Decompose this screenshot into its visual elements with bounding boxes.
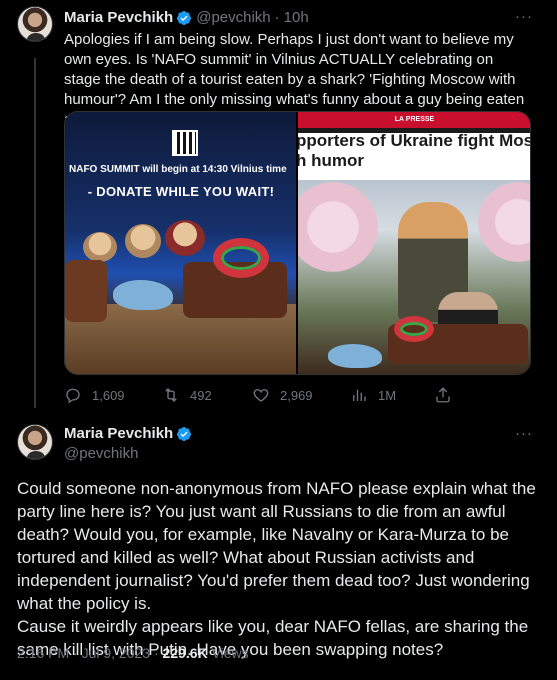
verified-badge-icon (176, 426, 192, 442)
armchair (65, 260, 107, 322)
article-headline: pporters of Ukraine fight Mos h humor (298, 131, 530, 171)
analytics-icon (353, 389, 366, 401)
like-count: 2,969 (280, 387, 313, 403)
avatar[interactable] (17, 6, 53, 42)
tweet-text-body: Could someone non-anonymous from NAFO pl… (17, 479, 536, 659)
tweet-actions: 1,609 492 2,969 1M (64, 385, 534, 405)
toy-shark (113, 280, 173, 310)
separator: · (274, 9, 280, 26)
tweet-header: Maria Pevchikh @pevchikh · 10h (64, 9, 309, 26)
views-label: Views (207, 645, 249, 661)
watermelon-float (394, 316, 434, 342)
retweet-button[interactable]: 492 (162, 386, 212, 404)
donate-banner-text: - DONATE WHILE YOU WAIT! (87, 184, 275, 199)
tweet-time[interactable]: 10h (284, 9, 309, 26)
views-button[interactable]: 1M (350, 386, 396, 404)
mascot-dog (125, 224, 161, 258)
publisher-bar: LA PRESSE (298, 112, 530, 128)
toy-shark (328, 344, 382, 368)
share-icon (436, 387, 450, 403)
reply-count: 1,609 (92, 387, 125, 403)
like-button[interactable]: 2,969 (252, 386, 313, 404)
cherry-blossom-tree (478, 182, 530, 262)
tweet-timestamp[interactable]: 2:16 PM · Jul 9, 2023 · (17, 645, 163, 661)
author-name[interactable]: Maria Pevchikh (64, 425, 173, 442)
tweet-media[interactable]: NAFO SUMMIT will begin at 14:30 Vilnius … (64, 111, 531, 375)
photo-la-presse-article[interactable]: LA PRESSE pporters of Ukraine fight Mos … (298, 112, 530, 374)
reply-icon (66, 388, 80, 404)
tweet-meta: 2:16 PM · Jul 9, 2023 · 229.6K Views (17, 645, 249, 661)
reply-button[interactable]: 1,609 (64, 386, 125, 404)
tweet-text: Could someone non-anonymous from NAFO pl… (17, 477, 547, 661)
mascot-dog (165, 220, 205, 256)
author-name[interactable]: Maria Pevchikh (64, 9, 173, 26)
photo-nafo-summit-stage[interactable]: NAFO SUMMIT will begin at 14:30 Vilnius … (65, 112, 296, 374)
share-button[interactable] (434, 386, 452, 404)
cherry-blossom-tree (298, 182, 378, 272)
retweet-icon (165, 388, 177, 402)
heart-icon (253, 389, 269, 402)
headline-line-1: pporters of Ukraine fight Mos (298, 131, 530, 150)
more-options-icon[interactable]: ··· (515, 425, 533, 442)
headline-line-2: h humor (298, 151, 364, 170)
tweet-header: Maria Pevchikh @pevchikh (64, 425, 196, 462)
retweet-count: 492 (190, 387, 212, 403)
author-handle[interactable]: @pevchikh (196, 9, 270, 26)
summit-banner-text: NAFO SUMMIT will begin at 14:30 Vilnius … (69, 164, 287, 175)
views-count: 229.6K (162, 645, 208, 661)
verified-badge-icon (176, 10, 192, 26)
avatar[interactable] (17, 424, 53, 460)
qr-code (172, 130, 198, 156)
views-count: 1M (378, 387, 397, 403)
author-handle[interactable]: @pevchikh (64, 445, 196, 462)
thread-connector (34, 58, 36, 408)
mascot-dog (83, 232, 117, 262)
more-options-icon[interactable]: ··· (515, 8, 533, 25)
watermelon-float (213, 238, 269, 278)
